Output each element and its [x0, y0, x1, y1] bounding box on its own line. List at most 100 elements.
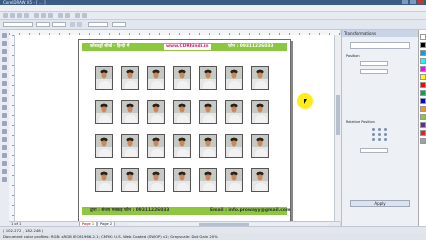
- color-swatch[interactable]: [420, 90, 426, 96]
- portrait-icon[interactable]: [70, 22, 75, 27]
- interactive-fill-icon[interactable]: [2, 177, 7, 182]
- eyedropper-icon[interactable]: [2, 153, 7, 158]
- passport-photo[interactable]: [121, 100, 139, 124]
- passport-photo[interactable]: [199, 168, 217, 192]
- passport-photo[interactable]: [225, 100, 243, 124]
- freehand-tool-icon[interactable]: [2, 65, 7, 70]
- passport-photo[interactable]: [225, 66, 243, 90]
- maximize-button[interactable]: [410, 0, 416, 4]
- minimize-button[interactable]: [402, 0, 408, 4]
- passport-photo[interactable]: [121, 66, 139, 90]
- text-tool-icon[interactable]: [2, 113, 7, 118]
- color-palette: [418, 30, 426, 226]
- polygon-tool-icon[interactable]: [2, 97, 7, 102]
- color-swatch[interactable]: [420, 82, 426, 88]
- print-icon[interactable]: [24, 13, 29, 18]
- connector-tool-icon[interactable]: [2, 137, 7, 142]
- export-icon[interactable]: [82, 13, 87, 18]
- color-swatch[interactable]: [420, 114, 426, 120]
- passport-photo[interactable]: [95, 100, 113, 124]
- crop-tool-icon[interactable]: [2, 49, 7, 54]
- basic-shapes-icon[interactable]: [2, 105, 7, 110]
- footer-email: Email : info.prowayy@gmail.com: [210, 208, 291, 213]
- anchor-grid[interactable]: [372, 128, 388, 142]
- document-page[interactable]: कोरलड्रॉ सीखें - हिन्दी में www.CDRhindi…: [78, 39, 291, 224]
- new-icon[interactable]: [3, 13, 8, 18]
- color-swatch[interactable]: [420, 42, 426, 48]
- passport-photo[interactable]: [173, 100, 191, 124]
- ellipse-tool-icon[interactable]: [2, 89, 7, 94]
- scroll-thumb[interactable]: [336, 95, 340, 135]
- units-select[interactable]: [88, 22, 108, 27]
- x-position-field[interactable]: [360, 61, 388, 66]
- passport-photo[interactable]: [251, 168, 269, 192]
- dimension-tool-icon[interactable]: [2, 129, 7, 134]
- pick-tool-icon[interactable]: [2, 33, 7, 38]
- y-position-field[interactable]: [360, 69, 388, 74]
- passport-photo[interactable]: [251, 134, 269, 158]
- color-swatch[interactable]: [420, 66, 426, 72]
- color-swatch[interactable]: [420, 34, 426, 40]
- page-size-select[interactable]: [3, 22, 33, 27]
- import-icon[interactable]: [75, 13, 80, 18]
- close-button[interactable]: [418, 0, 424, 4]
- table-tool-icon[interactable]: [2, 121, 7, 126]
- passport-photo[interactable]: [147, 168, 165, 192]
- passport-photo[interactable]: [95, 168, 113, 192]
- fill-tool-icon[interactable]: [2, 169, 7, 174]
- paste-icon[interactable]: [48, 13, 53, 18]
- standard-toolbar: [0, 12, 426, 20]
- open-icon[interactable]: [10, 13, 15, 18]
- landscape-icon[interactable]: [77, 22, 82, 27]
- copy-icon[interactable]: [41, 13, 46, 18]
- passport-photo[interactable]: [147, 66, 165, 90]
- passport-photo[interactable]: [121, 168, 139, 192]
- color-swatch[interactable]: [420, 50, 426, 56]
- passport-photo[interactable]: [225, 134, 243, 158]
- passport-photo[interactable]: [147, 134, 165, 158]
- zoom-tool-icon[interactable]: [2, 57, 7, 62]
- passport-photo[interactable]: [199, 66, 217, 90]
- color-swatch[interactable]: [420, 138, 426, 144]
- relative-position-label: Relative Position: [346, 120, 375, 124]
- passport-photo[interactable]: [199, 134, 217, 158]
- header-band[interactable]: कोरलड्रॉ सीखें - हिन्दी में www.CDRhindi…: [82, 43, 287, 51]
- color-swatch[interactable]: [420, 74, 426, 80]
- passport-photo[interactable]: [95, 66, 113, 90]
- color-swatch[interactable]: [420, 122, 426, 128]
- nudge-field[interactable]: [112, 22, 126, 27]
- color-swatch[interactable]: [420, 106, 426, 112]
- passport-photo[interactable]: [147, 100, 165, 124]
- smart-fill-icon[interactable]: [2, 73, 7, 78]
- passport-photo[interactable]: [225, 168, 243, 192]
- transform-tabs[interactable]: [350, 42, 410, 49]
- page-width-field[interactable]: [36, 22, 50, 27]
- cut-icon[interactable]: [34, 13, 39, 18]
- passport-photo[interactable]: [199, 100, 217, 124]
- undo-icon[interactable]: [58, 13, 63, 18]
- position-label: Position: [346, 54, 360, 58]
- shape-tool-icon[interactable]: [2, 41, 7, 46]
- page-height-field[interactable]: [52, 22, 66, 27]
- color-swatch[interactable]: [420, 98, 426, 104]
- property-bar: [0, 20, 426, 30]
- rectangle-tool-icon[interactable]: [2, 81, 7, 86]
- copies-field[interactable]: [360, 148, 388, 153]
- passport-photo[interactable]: [173, 134, 191, 158]
- passport-photo[interactable]: [121, 134, 139, 158]
- passport-photo[interactable]: [251, 66, 269, 90]
- save-icon[interactable]: [17, 13, 22, 18]
- apply-button[interactable]: Apply: [350, 200, 410, 207]
- blend-tool-icon[interactable]: [2, 145, 7, 150]
- passport-photo[interactable]: [251, 100, 269, 124]
- color-swatch[interactable]: [420, 130, 426, 136]
- vertical-scrollbar[interactable]: [334, 35, 341, 221]
- passport-photo[interactable]: [173, 66, 191, 90]
- passport-photo[interactable]: [95, 134, 113, 158]
- outline-pen-icon[interactable]: [2, 161, 7, 166]
- footer-band[interactable]: द्वारा : संजय मक्कड़ फोन : 09311226033 E…: [82, 207, 291, 215]
- passport-photo[interactable]: [173, 168, 191, 192]
- footer-left-text: द्वारा : संजय मक्कड़ फोन : 09311226033: [90, 208, 170, 213]
- color-swatch[interactable]: [420, 58, 426, 64]
- redo-icon[interactable]: [65, 13, 70, 18]
